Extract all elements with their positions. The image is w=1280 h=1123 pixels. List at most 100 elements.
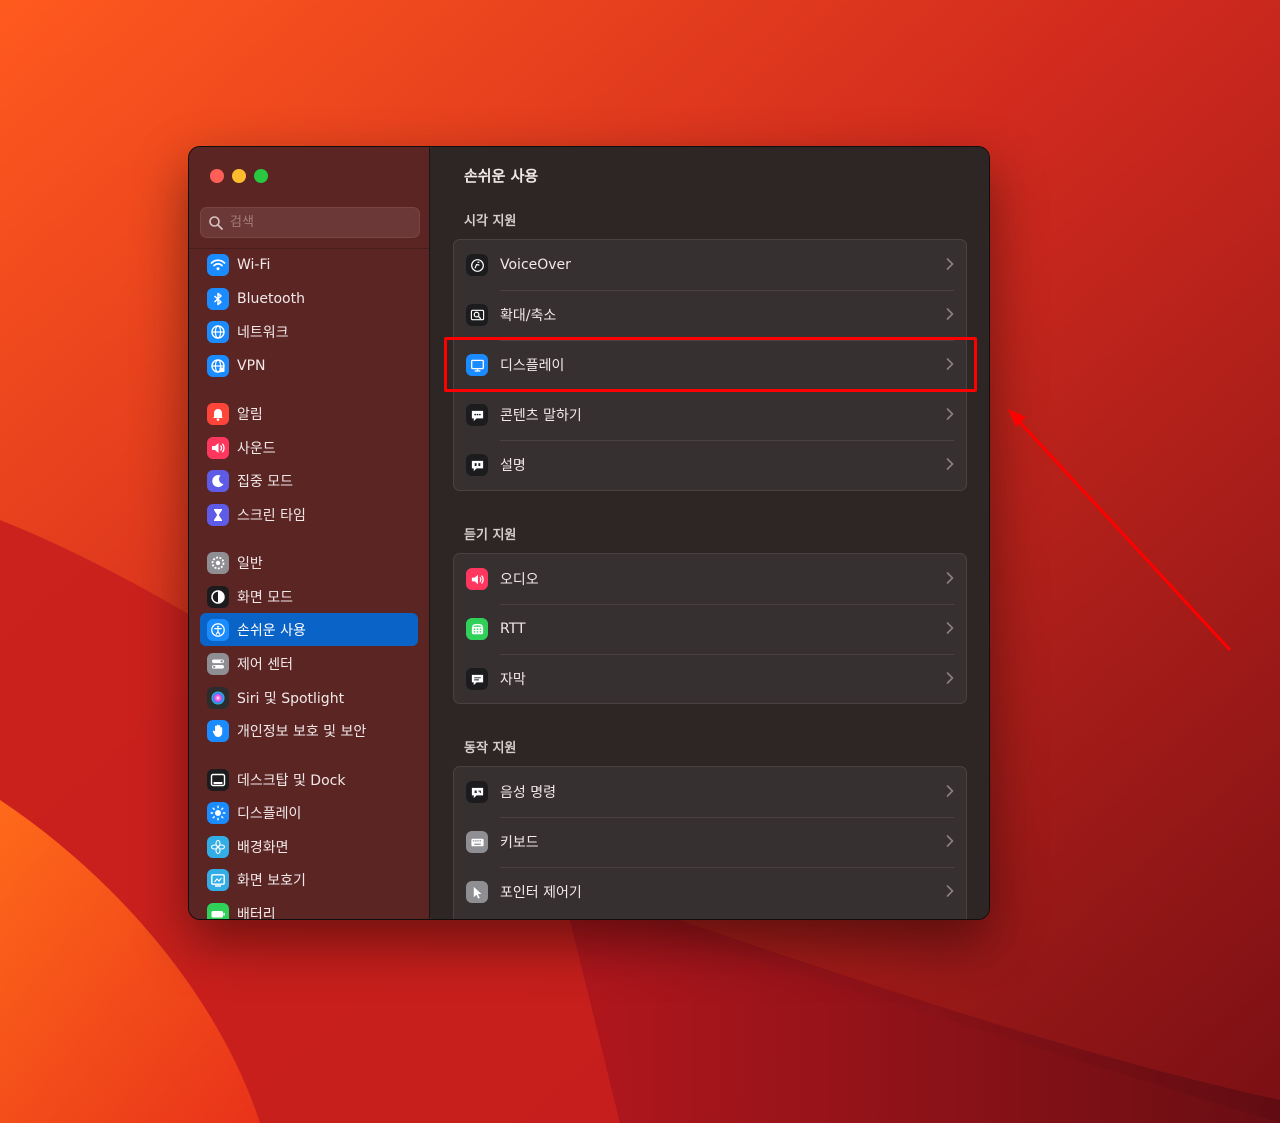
search-icon: [209, 215, 223, 230]
chevron-right-icon: [946, 308, 954, 320]
sidebar-item-network[interactable]: 네트워크: [200, 315, 418, 348]
hand-icon: [207, 719, 229, 742]
gear-icon: [207, 551, 229, 574]
flower-icon: [207, 835, 229, 858]
accessibility-icon: [207, 618, 229, 641]
sidebar-item-vpn[interactable]: VPN: [200, 349, 418, 382]
rtt-icon: [466, 618, 488, 640]
window-controls: [210, 169, 268, 183]
sun-icon: [207, 801, 229, 824]
row-pointer-control[interactable]: 포인터 제어기: [454, 867, 966, 917]
sidebar-item-displays[interactable]: 디스플레이: [200, 796, 418, 829]
zoom-window-button[interactable]: [254, 169, 268, 183]
sidebar-item-control-center[interactable]: 제어 센터: [200, 647, 418, 680]
section-title-vision: 시각 지원: [464, 214, 517, 229]
chevron-right-icon: [946, 672, 954, 684]
sidebar-item-label: 제어 센터: [237, 656, 293, 673]
sidebar-item-sound[interactable]: 사운드: [200, 431, 418, 464]
sidebar-item-label: Wi-Fi: [237, 256, 271, 273]
screensaver-icon: [207, 868, 229, 891]
sidebar-item-general[interactable]: 일반: [200, 546, 418, 579]
sidebar-item-label: 일반: [237, 555, 263, 572]
siri-icon: [207, 686, 229, 709]
sidebar-item-desktop-dock[interactable]: 데스크탑 및 Dock: [200, 763, 418, 796]
chevron-right-icon: [946, 572, 954, 584]
sidebar-item-label: Bluetooth: [237, 290, 305, 307]
sidebar-item-label: 개인정보 보호 및 보안: [237, 723, 367, 740]
row-label: 오디오: [500, 572, 539, 588]
bluetooth-icon: [207, 287, 229, 310]
sidebar-item-wallpaper[interactable]: 배경화면: [200, 830, 418, 863]
globe-icon: [207, 320, 229, 343]
sidebar-item-label: 화면 모드: [237, 589, 293, 606]
chevron-right-icon: [946, 408, 954, 420]
sidebar-item-accessibility[interactable]: 손쉬운 사용: [200, 613, 418, 646]
search-field[interactable]: [200, 207, 420, 238]
section-title-hearing: 듣기 지원: [464, 528, 517, 543]
sidebar-item-label: 네트워크: [237, 324, 289, 341]
speaker-icon: [207, 436, 229, 459]
row-label: 자막: [500, 672, 526, 688]
close-window-button[interactable]: [210, 169, 224, 183]
voiceover-icon: [466, 254, 488, 276]
sidebar-item-label: 배경화면: [237, 839, 289, 856]
main-content: 손쉬운 사용 시각 지원 VoiceOver 확대/축소 디스플레이 콘텐츠 말…: [431, 147, 989, 919]
chevron-right-icon: [946, 258, 954, 270]
sidebar-item-focus[interactable]: 집중 모드: [200, 464, 418, 497]
bell-icon: [207, 402, 229, 425]
sidebar-item-label: 디스플레이: [237, 805, 302, 822]
sidebar-item-label: VPN: [237, 357, 266, 374]
chevron-right-icon: [946, 622, 954, 634]
chevron-right-icon: [946, 885, 954, 897]
sidebar-item-label: 알림: [237, 406, 263, 423]
sidebar-item-notifications[interactable]: 알림: [200, 397, 418, 430]
system-settings-window: Wi-Fi Bluetooth 네트워크 VPN: [188, 146, 990, 920]
row-captions[interactable]: 자막: [454, 654, 966, 703]
row-audio[interactable]: 오디오: [454, 554, 966, 604]
chevron-right-icon: [946, 835, 954, 847]
captions-icon: [466, 668, 488, 690]
row-label: 콘텐츠 말하기: [500, 408, 582, 424]
row-voice-control[interactable]: 음성 명령: [454, 767, 966, 817]
settings-group-motor: 음성 명령 키보드 포인터 제어기: [453, 766, 967, 919]
sidebar-item-label: Siri 및 Spotlight: [237, 690, 345, 707]
minimize-window-button[interactable]: [232, 169, 246, 183]
row-zoom[interactable]: 확대/축소: [454, 290, 966, 340]
sidebar-item-appearance[interactable]: 화면 모드: [200, 580, 418, 613]
zoom-icon: [466, 304, 488, 326]
row-label: 키보드: [500, 835, 539, 851]
sidebar-item-label: 배터리: [237, 906, 276, 920]
sidebar-item-wifi[interactable]: Wi-Fi: [200, 248, 418, 281]
globe-vpn-icon: [207, 354, 229, 377]
sidebar-item-label: 손쉬운 사용: [237, 622, 306, 639]
sidebar-item-label: 화면 보호기: [237, 872, 306, 889]
row-voiceover[interactable]: VoiceOver: [454, 240, 966, 290]
page-title: 손쉬운 사용: [464, 167, 539, 185]
settings-group-hearing: 오디오 RTT 자막: [453, 553, 967, 704]
sidebar-item-battery[interactable]: 배터리: [200, 897, 418, 920]
description-bubble-icon: [466, 454, 488, 476]
row-label: 확대/축소: [500, 308, 557, 324]
sidebar-item-privacy-security[interactable]: 개인정보 보호 및 보안: [200, 714, 418, 747]
sidebar-item-screen-time[interactable]: 스크린 타임: [200, 498, 418, 531]
row-descriptions[interactable]: 설명: [454, 440, 966, 490]
appearance-icon: [207, 585, 229, 608]
pointer-icon: [466, 881, 488, 903]
dock-icon: [207, 768, 229, 791]
speech-bubble-icon: [466, 404, 488, 426]
sidebar-item-bluetooth[interactable]: Bluetooth: [200, 282, 418, 315]
control-center-icon: [207, 652, 229, 675]
row-label: 포인터 제어기: [500, 885, 582, 901]
sidebar: Wi-Fi Bluetooth 네트워크 VPN: [189, 147, 430, 919]
keyboard-icon: [466, 831, 488, 853]
audio-icon: [466, 568, 488, 590]
row-rtt[interactable]: RTT: [454, 604, 966, 654]
row-keyboard[interactable]: 키보드: [454, 817, 966, 867]
row-spoken-content[interactable]: 콘텐츠 말하기: [454, 390, 966, 440]
search-input[interactable]: [230, 215, 410, 230]
sidebar-item-label: 데스크탑 및 Dock: [237, 772, 346, 789]
sidebar-item-screen-saver[interactable]: 화면 보호기: [200, 863, 418, 896]
voice-control-icon: [466, 781, 488, 803]
sidebar-item-siri-spotlight[interactable]: Siri 및 Spotlight: [200, 681, 418, 714]
battery-icon: [207, 902, 229, 919]
